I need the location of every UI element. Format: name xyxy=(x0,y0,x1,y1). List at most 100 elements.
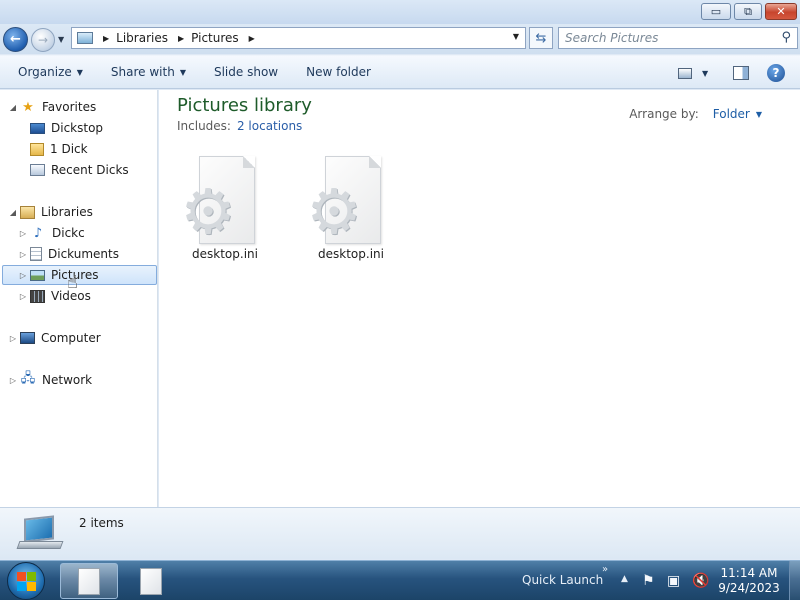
videos-icon xyxy=(30,289,45,303)
network-status-icon[interactable]: ▣ xyxy=(667,573,680,589)
taskbar-button-explorer[interactable] xyxy=(60,563,118,599)
taskbar: Quick Launch » ▲ ⚑ ▣ 🔇 11:14 AM 9/24/202… xyxy=(0,560,800,600)
expand-arrow-icon[interactable]: ▷ xyxy=(8,376,18,385)
share-with-menu[interactable]: Share with ▼ xyxy=(97,65,200,79)
show-desktop-button[interactable] xyxy=(789,561,800,600)
settings-file-icon: ⚙ xyxy=(306,175,362,248)
show-hidden-icons-button[interactable]: ▲ xyxy=(621,574,628,584)
back-arrow-icon: ← xyxy=(10,32,21,47)
expand-arrow-icon[interactable]: ◢ xyxy=(8,208,18,217)
search-input[interactable] xyxy=(565,31,765,45)
expand-arrow-icon[interactable]: ▷ xyxy=(18,292,28,301)
system-clock[interactable]: 11:14 AM 9/24/2023 xyxy=(716,566,782,596)
search-box: ⚲ xyxy=(558,27,798,49)
recent-places-icon xyxy=(30,164,45,176)
back-button[interactable]: ← xyxy=(3,27,28,52)
expand-arrow-icon[interactable]: ▷ xyxy=(18,229,28,238)
breadcrumb-separator-icon[interactable]: ▶ xyxy=(249,34,255,43)
breadcrumb-separator-icon[interactable]: ▶ xyxy=(103,34,109,43)
file-name: desktop.ini xyxy=(318,247,384,261)
forward-button[interactable]: → xyxy=(31,28,55,52)
chevron-down-icon: ▼ xyxy=(702,68,709,78)
close-icon: ✕ xyxy=(776,5,786,18)
refresh-icon: ⇆ xyxy=(535,30,547,46)
sidebar-item-dickc[interactable]: ▷ ♪ Dickc xyxy=(18,223,85,243)
minimize-button[interactable]: ▭ xyxy=(701,3,731,20)
details-pane: 2 items xyxy=(0,507,800,559)
sidebar-item-computer[interactable]: ▷ Computer xyxy=(8,328,101,348)
file-item[interactable]: ⚙ desktop.ini xyxy=(301,156,397,266)
chevron-down-icon[interactable]: ▼ xyxy=(513,32,519,41)
start-button[interactable] xyxy=(7,562,45,600)
preview-pane-button[interactable] xyxy=(733,56,749,90)
documents-icon xyxy=(30,247,42,261)
quick-launch-chevron-icon[interactable]: » xyxy=(602,564,608,575)
address-row: ← → ▼ ▶ Libraries ▶ Pictures ▶ ▼ ⇆ ⚲ xyxy=(0,24,800,54)
computer-icon xyxy=(20,332,35,344)
maximize-button[interactable]: ⧉ xyxy=(734,3,762,20)
arrange-by-dropdown[interactable]: Folder xyxy=(713,107,750,121)
sidebar-item-recent-dicks[interactable]: Recent Dicks xyxy=(18,160,129,180)
expand-arrow-icon[interactable]: ▷ xyxy=(18,271,28,280)
sidebar-item-dickuments[interactable]: ▷ Dickuments xyxy=(18,244,119,264)
new-folder-button[interactable]: New folder xyxy=(292,65,385,79)
address-bar[interactable]: ▶ Libraries ▶ Pictures ▶ ▼ xyxy=(71,27,526,49)
file-name: desktop.ini xyxy=(192,247,258,261)
quick-launch-toolbar[interactable]: Quick Launch xyxy=(522,573,603,587)
folder-icon xyxy=(30,142,44,156)
close-button[interactable]: ✕ xyxy=(765,3,797,20)
slide-show-button[interactable]: Slide show xyxy=(200,65,292,79)
library-icon xyxy=(20,205,35,219)
windows-logo-icon xyxy=(16,571,26,581)
expand-arrow-icon[interactable]: ▷ xyxy=(18,250,28,259)
document-icon xyxy=(78,567,100,595)
item-count: 2 items xyxy=(79,516,124,530)
expand-arrow-icon[interactable]: ◢ xyxy=(8,103,18,112)
view-icon xyxy=(678,67,692,79)
action-center-flag-icon[interactable]: ⚑ xyxy=(642,573,655,589)
star-icon: ★ xyxy=(22,99,34,115)
desktop-icon xyxy=(30,122,45,134)
arrange-by: Arrange by: Folder ▼ xyxy=(629,107,762,121)
library-includes: Includes: 2 locations xyxy=(177,119,303,133)
maximize-icon: ⧉ xyxy=(744,5,752,18)
change-view-button[interactable]: ▼ xyxy=(678,56,708,90)
pictures-icon xyxy=(30,269,45,281)
preview-pane-icon xyxy=(733,66,749,80)
breadcrumb-separator-icon[interactable]: ▶ xyxy=(178,34,184,43)
sidebar-item-favorites[interactable]: ◢ ★ Favorites xyxy=(8,97,96,117)
sidebar-item-videos[interactable]: ▷ Videos xyxy=(18,286,91,306)
music-icon: ♪ xyxy=(33,225,43,241)
file-item[interactable]: ⚙ desktop.ini xyxy=(175,156,271,266)
file-list-area[interactable]: Pictures library Includes: 2 locations Ar… xyxy=(159,90,800,507)
recent-pages-dropdown[interactable]: ▼ xyxy=(58,35,64,44)
network-icon: 🖧 xyxy=(20,371,36,386)
search-icon[interactable]: ⚲ xyxy=(781,30,791,45)
sidebar-item-pictures[interactable]: ▷ Pictures xyxy=(2,265,157,285)
minimize-icon: ▭ xyxy=(710,5,722,18)
organize-menu[interactable]: Organize ▼ xyxy=(0,65,97,79)
sidebar-item-dickstop[interactable]: Dickstop xyxy=(18,118,103,138)
sidebar-item-network[interactable]: ▷ 🖧 Network xyxy=(8,370,92,390)
navigation-pane: ◢ ★ Favorites Dickstop 1 Dick Recent Dic… xyxy=(0,90,158,507)
command-bar: Organize ▼ Share with ▼ Slide show New fol… xyxy=(0,55,800,89)
forward-arrow-icon: → xyxy=(37,33,49,47)
document-icon xyxy=(140,567,162,595)
taskbar-button-document[interactable] xyxy=(122,563,180,599)
settings-file-icon: ⚙ xyxy=(180,175,236,248)
help-button[interactable]: ? xyxy=(767,56,785,90)
sidebar-item-libraries[interactable]: ◢ Libraries xyxy=(8,202,93,222)
hand-cursor-icon: ☝ xyxy=(67,272,78,293)
clock-date: 9/24/2023 xyxy=(718,581,780,595)
library-title: Pictures library xyxy=(177,95,312,116)
chevron-down-icon[interactable]: ▼ xyxy=(756,110,762,119)
expand-arrow-icon[interactable]: ▷ xyxy=(8,334,18,343)
volume-muted-icon[interactable]: 🔇 xyxy=(692,573,709,589)
locations-link[interactable]: 2 locations xyxy=(237,119,302,133)
breadcrumb-libraries[interactable]: Libraries xyxy=(116,31,168,45)
sidebar-item-1-dick[interactable]: 1 Dick xyxy=(18,139,88,159)
refresh-button[interactable]: ⇆ xyxy=(529,27,553,49)
chevron-down-icon: ▼ xyxy=(76,67,83,77)
clock-time: 11:14 AM xyxy=(720,566,778,580)
breadcrumb-pictures[interactable]: Pictures xyxy=(191,31,239,45)
